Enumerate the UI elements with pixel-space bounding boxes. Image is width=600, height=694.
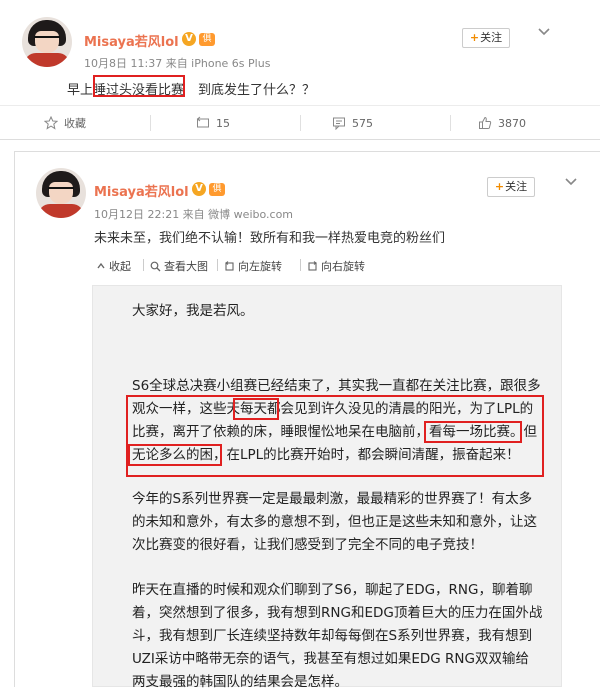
post-text-end: 到底发生了什么？？ [198,83,316,98]
magnifier-icon [150,261,161,271]
article-line: 着，突然想到了很多，我有想到RNG和EDG顶着巨大的压力在国外战 [132,605,543,621]
favorite-button[interactable]: 收藏 [44,106,86,140]
article-line: UZI采访中略带无奈的语气，我甚至有想过如果EDG RNG双双输给 [132,651,529,667]
rotate-right-label: 向右旋转 [321,260,365,273]
divider [300,115,301,131]
club-badge-icon: 俱 [209,183,225,196]
divider [450,115,451,131]
article-line: 今年的S系列世界赛一定是最最刺激，最最精彩的世界赛了！有太多 [132,491,533,507]
comment-icon [333,117,345,130]
repost-icon [196,116,209,128]
article-line: 昨天在直播的时候和观众们聊到了S6，聊起了EDG，RNG，聊着聊 [132,582,533,598]
club-badge-icon: 俱 [199,33,215,46]
divider [150,115,151,131]
favorite-label: 收藏 [64,117,86,130]
divider [143,259,144,271]
user-avatar[interactable] [36,168,86,218]
chevron-down-icon[interactable] [565,178,577,186]
rotate-right-icon [308,260,317,271]
follow-label: 关注 [505,180,528,193]
like-button[interactable]: 3870 [478,106,526,140]
collapse-button[interactable]: 收起 [96,258,131,274]
post-meta[interactable]: 10月12日 22:21 来自 微博 weibo.com [94,206,293,222]
plus-icon: + [469,31,480,44]
star-icon [44,116,58,130]
follow-label: 关注 [480,31,503,44]
verified-v-icon: V [182,32,196,46]
comment-button[interactable]: 575 [332,106,373,140]
article-line: 的未知和意外，有太多的意想不到，但也正是这些未知和意外，让这 [132,514,537,530]
collapse-icon [97,262,105,269]
article-line: 次比赛变的很好看，让我们感受到了完全不同的电子竞技！ [132,537,483,553]
post-action-bar: 收藏 15 575 3870 [0,105,600,140]
divider [300,259,301,271]
follow-button[interactable]: +关注 [487,177,535,197]
highlight-box [93,75,185,97]
divider [217,259,218,271]
article-line: 斗，我有想到厂长连续坚持数年却每每倒在S系列世界赛，我有想到 [132,628,533,644]
comment-count: 575 [352,116,373,130]
plus-icon: + [494,180,505,193]
repost-button[interactable]: 15 [196,106,230,140]
rotate-left-icon [225,260,234,271]
highlight-box [128,444,222,466]
collapse-label: 收起 [109,260,131,273]
article-line: 两支最强的韩国队的结果会是怎样。 [132,674,348,690]
like-count: 3870 [498,116,526,130]
article-greeting: 大家好，我是若风。 [132,303,254,319]
rotate-left-button[interactable]: 向左旋转 [224,258,282,274]
highlight-box [424,421,522,443]
username[interactable]: Misaya若风lol [94,181,189,200]
highlight-box [233,398,279,420]
thumbs-up-icon [479,116,492,129]
chevron-down-icon[interactable] [538,28,550,36]
rotate-right-button[interactable]: 向右旋转 [307,258,365,274]
view-large-label: 查看大图 [164,260,208,273]
post-text-start: 早上 [67,83,94,98]
post-meta[interactable]: 10月8日 11:37 来自 iPhone 6s Plus [84,55,270,71]
repost-count: 15 [216,116,230,130]
view-large-button[interactable]: 查看大图 [150,258,208,274]
rotate-left-label: 向左旋转 [238,260,282,273]
user-avatar[interactable] [22,17,72,67]
weibo-post-1: Misaya若风lol V 俱 10月8日 11:37 来自 iPhone 6s… [0,0,600,140]
follow-button[interactable]: +关注 [462,28,510,48]
post-text: 未来未至，我们绝不认输！致所有和我一样热爱电竞的粉丝们 [94,231,446,246]
verified-v-icon: V [192,182,206,196]
username[interactable]: Misaya若风lol [84,31,179,50]
